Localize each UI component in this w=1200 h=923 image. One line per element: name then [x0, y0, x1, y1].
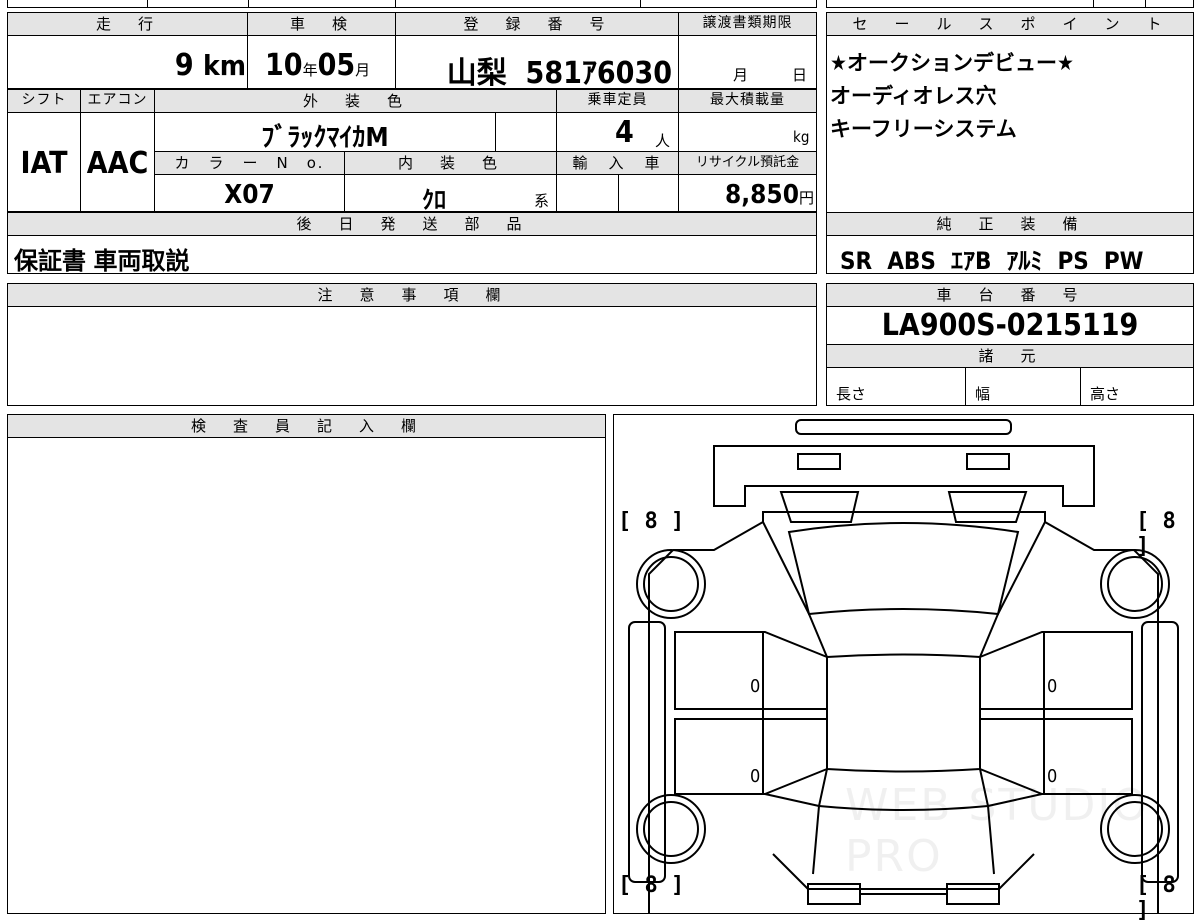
roof	[826, 653, 981, 773]
right-side-front	[979, 631, 1133, 710]
capacity-unit: 人	[655, 132, 671, 150]
headlight-left	[797, 453, 841, 470]
registration-header: 登 録 番 号	[395, 12, 679, 36]
headlight-right	[966, 453, 1010, 470]
interior-color-header: 内 装 色	[344, 151, 557, 175]
recycle-amount: 8,850円	[724, 180, 814, 210]
windshield	[787, 522, 1020, 616]
mileage-header: 走 行	[7, 12, 248, 36]
sales-point-1: ★オークションデビュー★	[830, 51, 1074, 75]
inspection-header: 車 検	[247, 12, 396, 36]
max-load-unit: kg	[793, 128, 810, 146]
color-no-header: カ ラ ー N o.	[154, 151, 345, 175]
exterior-color-header: 外 装 色	[154, 89, 557, 113]
lamp-right	[947, 491, 1028, 523]
interior-color-value: ｸﾛ	[422, 186, 446, 214]
tire-rear-left-tread: [ 8 ]	[618, 873, 685, 898]
front-grille	[713, 445, 1095, 507]
door-right-front-mark: 0	[1047, 676, 1058, 697]
recycle-header: リサイクル預託金	[678, 151, 817, 175]
capacity-value: 4	[615, 115, 634, 150]
watermark: WEB STUDIO PRO	[845, 780, 1149, 882]
capacity-header: 乗車定員	[556, 89, 679, 113]
deadline-month: 月	[733, 66, 749, 84]
import-header: 輸 入 車	[556, 151, 679, 175]
deadline-day: 日	[792, 66, 808, 84]
equipment-header: 純 正 装 備	[826, 212, 1194, 236]
sales-point-3: キーフリーシステム	[830, 117, 1017, 141]
tire-front-left-tread: [ 8 ]	[618, 509, 685, 534]
transfer-deadline-header: 譲渡書類期限	[678, 12, 817, 36]
aircon-header: エアコン	[80, 89, 155, 113]
inspector-box	[7, 414, 606, 914]
color-no-value: X07	[224, 180, 275, 210]
chassis-number: LA900S-0215119	[881, 308, 1139, 343]
chassis-header: 車 台 番 号	[826, 283, 1194, 307]
later-parts-header: 後 日 発 送 部 品	[7, 212, 817, 236]
later-parts-value: 保証書 車両取説	[14, 247, 190, 275]
max-load-header: 最大積載量	[678, 89, 817, 113]
lamp-left	[779, 491, 860, 523]
spec-width-label: 幅	[975, 385, 991, 403]
aircon-value: AAC	[86, 146, 149, 181]
top-strip	[7, 0, 817, 8]
specs-header: 諸 元	[826, 344, 1194, 368]
wheel-rear-left	[636, 794, 706, 864]
equipment-value: SR ABS ｴｱB ｱﾙﾐ PS PW	[840, 247, 1144, 275]
left-side-front	[674, 631, 828, 710]
interior-suffix: 系	[534, 192, 550, 210]
inspector-header: 検 査 員 記 入 欄	[7, 414, 606, 438]
door-left-rear-mark: 0	[750, 766, 761, 787]
inspection-value: 10年05月	[265, 48, 371, 83]
wheel-front-left	[636, 549, 706, 619]
exterior-color-value: ﾌﾞﾗｯｸﾏｲｶM	[261, 123, 389, 153]
tire-front-right-tread: [ 8 ]	[1136, 509, 1176, 559]
notes-header: 注 意 事 項 欄	[7, 283, 817, 307]
registration-plate: 山梨 581ｱ6030	[446, 56, 672, 91]
shift-value: IAT	[20, 146, 68, 181]
door-left-front-mark: 0	[750, 676, 761, 697]
sales-point-2: オーディオレス穴	[830, 84, 997, 108]
spec-height-label: 高さ	[1090, 385, 1121, 403]
spec-length-label: 長さ	[836, 385, 867, 403]
mileage-value: 9 km	[174, 48, 246, 83]
front-bumper	[795, 419, 1012, 435]
shift-header: シフト	[7, 89, 81, 113]
sales-point-header: セ ー ル ス ポ イ ン ト	[826, 12, 1194, 36]
